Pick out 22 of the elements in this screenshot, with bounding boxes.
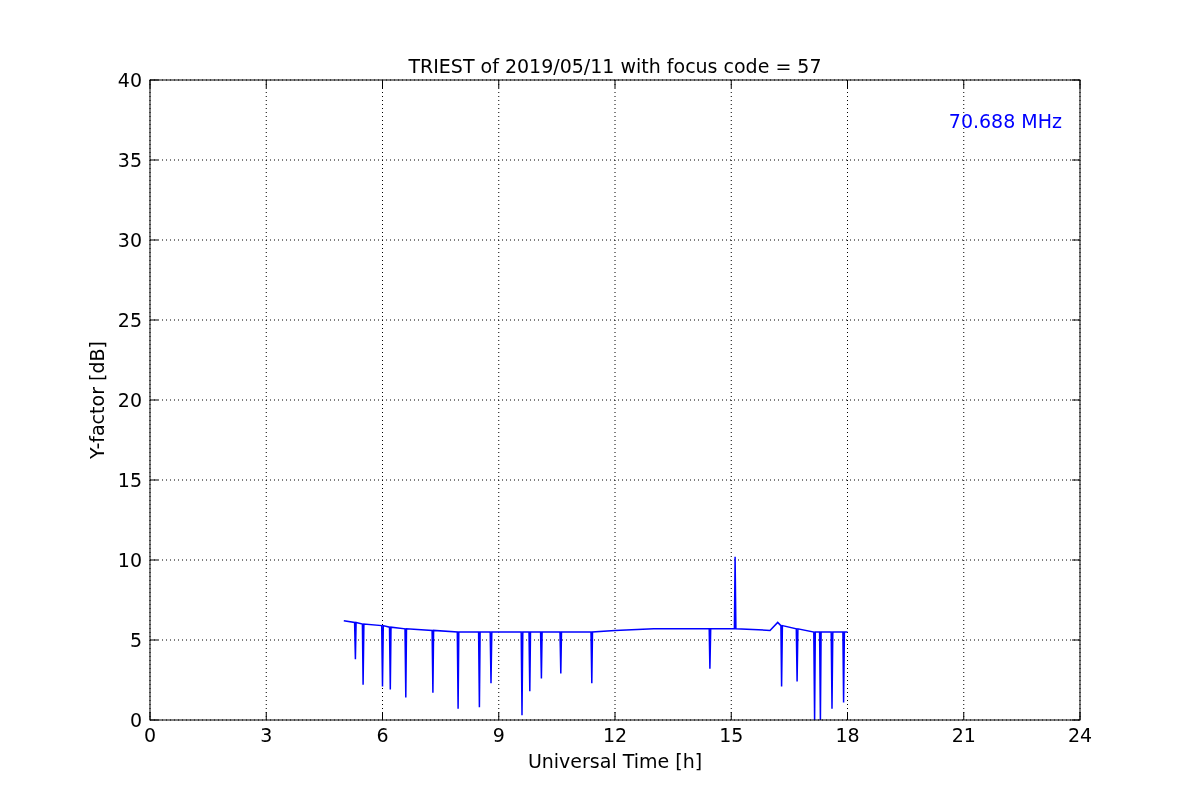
tick-label: 9 [492, 724, 505, 746]
axis-label: Universal Time [h] [527, 750, 703, 772]
tick-label: 5 [129, 629, 142, 651]
tick-label: 3 [260, 724, 273, 746]
tick-label: 15 [719, 724, 744, 746]
tick-label: 18 [835, 724, 860, 746]
tick-label: 15 [117, 469, 142, 491]
tick-label: 24 [1067, 724, 1093, 746]
tick-label: 0 [143, 724, 157, 746]
tick-label: 35 [117, 149, 142, 171]
tick-label: 30 [117, 229, 142, 251]
tick-label: 6 [376, 724, 389, 746]
tick-label: 12 [602, 724, 628, 746]
series-label: 70.688 MHz [948, 110, 1062, 132]
axis-label: Y-factor [dB] [86, 341, 108, 459]
tick-label: 25 [117, 309, 142, 331]
tick-label: 0 [129, 709, 142, 731]
tick-label: 21 [951, 724, 976, 746]
tick-label: 40 [117, 69, 142, 91]
tick-label: 20 [117, 389, 142, 411]
chart-title: TRIEST of 2019/05/11 with focus code = 57 [408, 55, 822, 77]
tick-label: 10 [117, 549, 142, 571]
